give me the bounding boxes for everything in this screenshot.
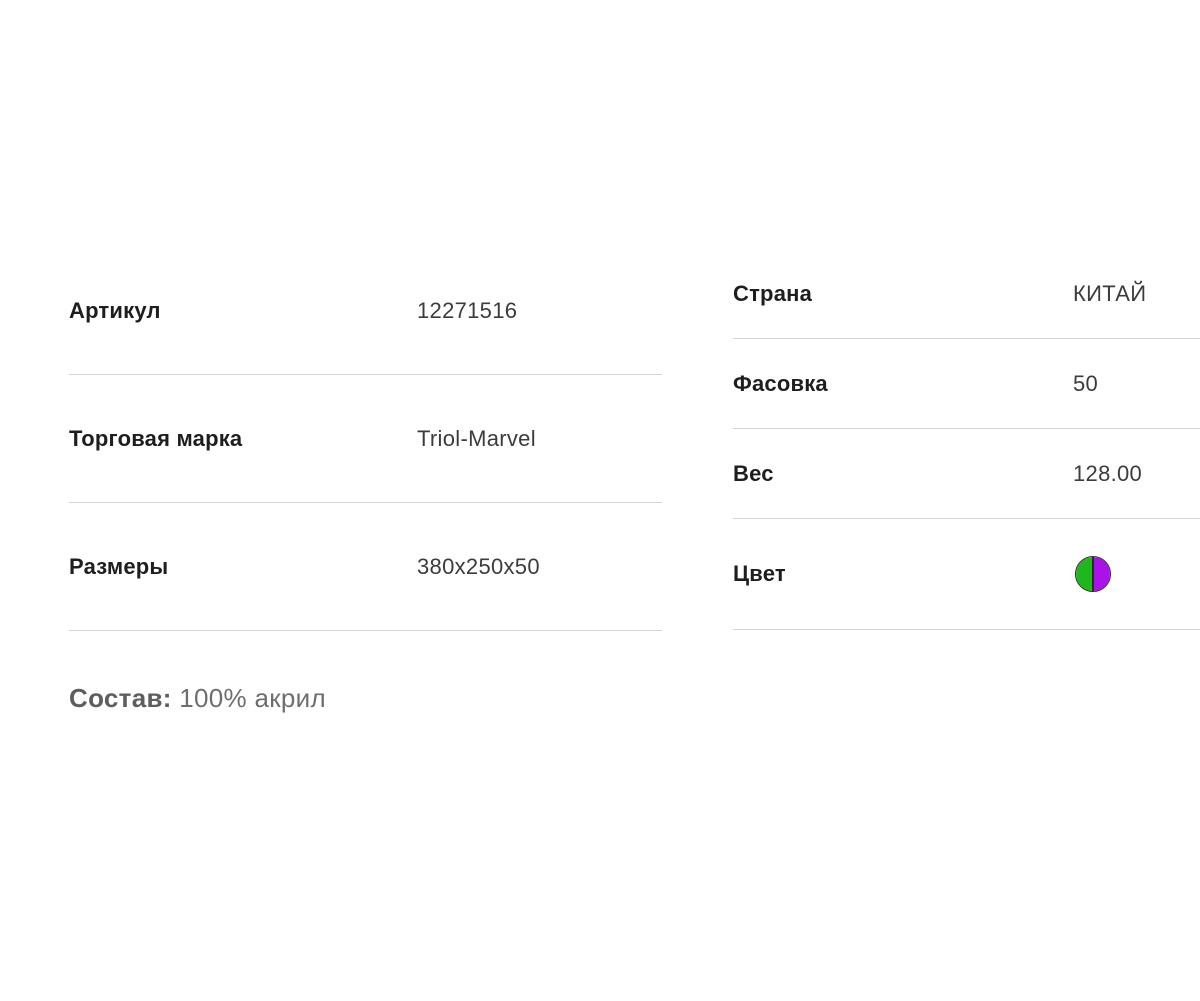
specs-table-right: Страна КИТАЙ Фасовка 50 Вес 128.00 Цвет [733, 249, 1200, 630]
spec-row-article: Артикул 12271516 [69, 247, 662, 375]
composition-value: 100% акрил [179, 683, 326, 713]
spec-row-color: Цвет [733, 519, 1200, 630]
composition-line: Состав: 100% акрил [69, 683, 326, 714]
spec-value-weight: 128.00 [1073, 460, 1143, 486]
spec-row-packing: Фасовка 50 [733, 339, 1200, 429]
spec-label-weight: Вес [733, 460, 774, 486]
spec-label-country: Страна [733, 280, 813, 306]
spec-row-brand: Торговая марка Triol-Marvel [69, 375, 662, 503]
spec-label-packing: Фасовка [733, 370, 828, 396]
color-swatch-half-left [1076, 557, 1093, 591]
spec-row-dimensions: Размеры 380x250x50 [69, 503, 662, 631]
spec-row-country: Страна КИТАЙ [733, 249, 1200, 339]
color-swatch[interactable] [1075, 556, 1111, 592]
spec-row-weight: Вес 128.00 [733, 429, 1200, 519]
spec-value-dimensions: 380x250x50 [417, 553, 540, 579]
color-swatch-divider [1092, 557, 1094, 591]
specs-table-left: Артикул 12271516 Торговая марка Triol-Ma… [69, 247, 662, 631]
spec-label-article: Артикул [69, 297, 161, 323]
spec-value-brand: Triol-Marvel [417, 425, 536, 451]
spec-label-dimensions: Размеры [69, 553, 169, 579]
spec-value-article: 12271516 [417, 297, 518, 323]
spec-value-country: КИТАЙ [1073, 280, 1147, 306]
composition-label: Состав: [69, 683, 172, 713]
spec-label-color: Цвет [733, 561, 786, 586]
spec-label-brand: Торговая марка [69, 425, 243, 451]
spec-value-packing: 50 [1073, 370, 1099, 396]
color-swatch-half-right [1093, 557, 1110, 591]
